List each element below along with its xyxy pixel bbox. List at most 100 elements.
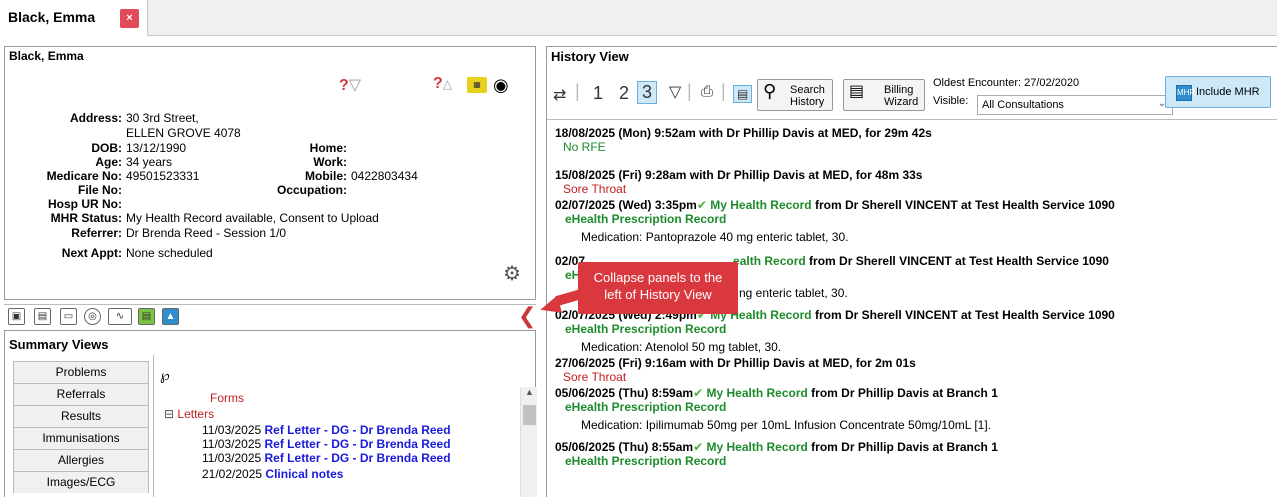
page-3-button[interactable]: 3 xyxy=(637,81,658,104)
entry-date: 05/06/2025 (Thu) 8:59am xyxy=(555,386,694,400)
history-entry-header[interactable]: 27/06/2025 (Fri) 9:16am with Dr Phillip … xyxy=(555,356,916,370)
patient-panel-title: Black, Emma xyxy=(9,49,84,63)
swap-icon[interactable]: ⇄ xyxy=(553,85,566,105)
ecg-icon[interactable]: ∿ xyxy=(108,308,132,325)
home-label: Home: xyxy=(309,141,347,155)
close-icon[interactable]: × xyxy=(120,9,139,28)
age-label: Age: xyxy=(95,155,122,169)
reason-text: Sore Throat xyxy=(563,370,627,384)
patient-details-panel: Black, Emma ?▽ ?△ ▦ ◉ Address: 30 3rd Str… xyxy=(4,46,536,300)
mhr-link: ealth Record xyxy=(733,254,806,268)
tab-results[interactable]: Results xyxy=(13,405,149,427)
tab-problems[interactable]: Problems xyxy=(13,361,149,383)
patient-toolbar: ▣ ▤ ▭ ◎ ∿ ▤ ▲ xyxy=(4,304,536,328)
dob-label: DOB: xyxy=(91,141,122,155)
collapse-left-panels-button[interactable]: ❮ xyxy=(518,305,536,327)
print-icon[interactable]: ⎙ xyxy=(701,83,713,100)
filter-icon[interactable]: ▽ xyxy=(669,82,681,102)
entry-date: 05/06/2025 (Thu) 8:55am xyxy=(555,440,694,454)
next-appt-label: Next Appt: xyxy=(61,246,122,260)
mhr-icon: MHR xyxy=(1176,85,1195,101)
medicare-label: Medicare No: xyxy=(46,169,122,183)
summary-content: ℘ Forms ⊟ Letters 11/03/2025 Ref Letter … xyxy=(153,355,537,497)
warning-icon[interactable]: ?△ xyxy=(433,75,452,93)
list-item[interactable]: 11/03/2025 Ref Letter - DG - Dr Brenda R… xyxy=(202,451,451,465)
ehealth-record-label: eHealth Prescription Record xyxy=(565,212,727,226)
letter-date: 11/03/2025 xyxy=(202,451,262,465)
oldest-encounter: Oldest Encounter: 27/02/2020 xyxy=(933,77,1080,89)
document-icon[interactable]: ▭ xyxy=(60,308,77,325)
gear-icon[interactable]: ⚙ xyxy=(503,261,521,286)
tab-images-ecg[interactable]: Images/ECG xyxy=(13,471,149,493)
dob-value: 13/12/1990 xyxy=(126,141,187,155)
page-2-button[interactable]: 2 xyxy=(619,83,629,104)
timer-icon[interactable]: ◎ xyxy=(84,308,101,325)
mhr-entry-header[interactable]: 05/06/2025 (Thu) 8:59am✔ My Health Recor… xyxy=(555,386,998,400)
letter-title: Clinical notes xyxy=(265,467,344,481)
tab-allergies[interactable]: Allergies xyxy=(13,449,149,471)
ehealth-record-label: eHealth Prescription Record xyxy=(565,322,727,336)
callout-line-1: Collapse panels to the xyxy=(593,270,723,285)
letter-date: 21/02/2025 xyxy=(202,467,263,481)
billing-icon: ▤ xyxy=(849,83,865,100)
letters-label: Letters xyxy=(177,407,215,421)
tab-patient[interactable]: Black, Emma × xyxy=(0,0,148,36)
camera-icon[interactable]: ▣ xyxy=(8,308,25,325)
visible-select[interactable]: All Consultations ⌄ xyxy=(977,95,1173,115)
reason-text: Sore Throat xyxy=(563,182,627,196)
mhr-entry-header[interactable]: 05/06/2025 (Thu) 8:55am✔ My Health Recor… xyxy=(555,440,998,454)
address-label: Address: xyxy=(69,111,122,125)
entry-source: from Dr Phillip Davis at Branch 1 xyxy=(807,440,998,454)
billing-label: Billing xyxy=(884,84,914,96)
referrer-value: Dr Brenda Reed - Session 1/0 xyxy=(126,226,287,240)
scrollbar-thumb[interactable] xyxy=(523,405,536,425)
check-icon: ✔ xyxy=(696,198,707,212)
circle-symbol-icon[interactable]: ◉ xyxy=(493,75,509,96)
mhr-icon[interactable]: ▲ xyxy=(162,308,179,325)
include-mhr-label: Include MHR xyxy=(1196,86,1260,98)
search-history-button[interactable]: ⚲ Search History xyxy=(757,79,833,111)
scrollbar[interactable]: ▲ xyxy=(520,387,537,497)
history-entry-header[interactable]: 15/08/2025 (Fri) 9:28am with Dr Phillip … xyxy=(555,168,922,182)
check-icon: ✔ xyxy=(693,440,704,454)
summary-views-panel: Summary Views Problems Referrals Results… xyxy=(4,330,537,497)
history-label: History xyxy=(790,96,825,108)
billing-wizard-button[interactable]: ▤ Billing Wizard xyxy=(843,79,925,111)
mhr-status-label: MHR Status: xyxy=(50,211,122,225)
ehealth-record-label: eHealth Prescription Record xyxy=(565,454,727,468)
scroll-up-icon[interactable]: ▲ xyxy=(525,387,534,397)
medication-text: ng enteric tablet, 30. xyxy=(739,286,848,300)
attachment-icon[interactable]: ℘ xyxy=(160,367,170,384)
address-line-2: ELLEN GROVE 4078 xyxy=(126,126,241,140)
summary-title: Summary Views xyxy=(9,337,109,352)
hosp-ur-label: Hosp UR No: xyxy=(48,197,122,211)
tab-immunisations[interactable]: Immunisations xyxy=(13,427,149,449)
print-icon[interactable]: ▤ xyxy=(138,308,155,325)
medicare-value: 49501523331 xyxy=(126,169,200,183)
page-1-button[interactable]: 1 xyxy=(593,83,603,104)
include-mhr-button[interactable]: MHR Include MHR xyxy=(1165,76,1271,108)
address-value: 30 3rd Street, xyxy=(126,111,199,125)
mobile-label: Mobile: xyxy=(305,169,347,183)
summary-tab-list: Problems Referrals Results Immunisations… xyxy=(13,361,149,493)
list-item[interactable]: 21/02/2025 Clinical notes xyxy=(202,467,343,481)
visible-label: Visible: xyxy=(933,95,969,107)
list-item[interactable]: 11/03/2025 Ref Letter - DG - Dr Brenda R… xyxy=(202,437,451,451)
id-card-icon[interactable]: ▦ xyxy=(467,77,487,93)
list-item[interactable]: 11/03/2025 Ref Letter - DG - Dr Brenda R… xyxy=(202,423,451,437)
collapse-tree-icon[interactable]: ⊟ xyxy=(164,407,174,421)
notes-icon[interactable]: ▤ xyxy=(34,308,51,325)
letter-title: Ref Letter - DG - Dr Brenda Reed xyxy=(264,451,451,465)
file-no-label: File No: xyxy=(78,183,122,197)
tab-referrals[interactable]: Referrals xyxy=(13,383,149,405)
forms-node[interactable]: Forms xyxy=(210,391,244,405)
occupation-label: Occupation: xyxy=(276,183,347,197)
age-value: 34 years xyxy=(126,155,173,169)
letter-title: Ref Letter - DG - Dr Brenda Reed xyxy=(264,423,451,437)
history-entry-header[interactable]: 18/08/2025 (Mon) 9:52am with Dr Phillip … xyxy=(555,126,932,140)
mhr-entry-header[interactable]: 02/07/2025 (Wed) 3:35pm✔ My Health Recor… xyxy=(555,198,1115,212)
alert-question-icon[interactable]: ?▽ xyxy=(339,75,361,95)
letters-node[interactable]: ⊟ Letters xyxy=(164,407,214,421)
next-appt-value: None scheduled xyxy=(126,246,213,260)
notes-toggle-icon[interactable]: ▤ xyxy=(733,85,753,103)
